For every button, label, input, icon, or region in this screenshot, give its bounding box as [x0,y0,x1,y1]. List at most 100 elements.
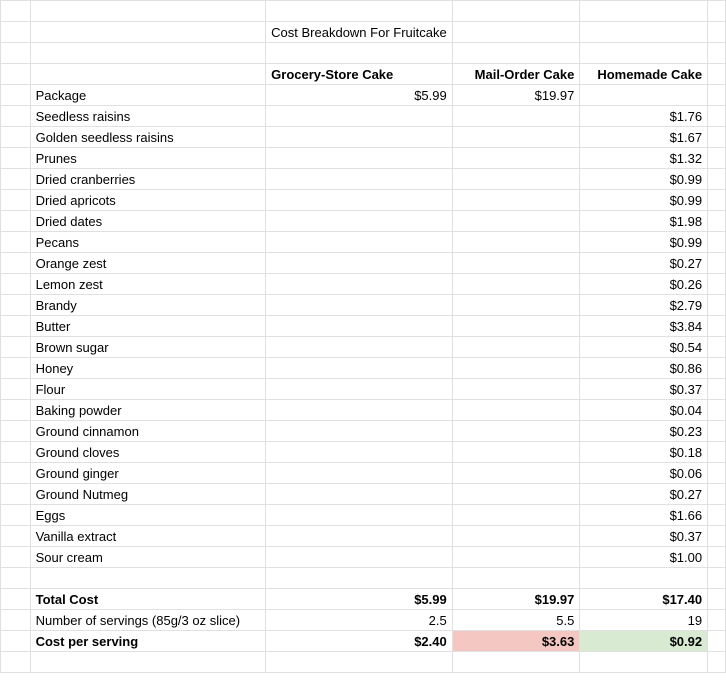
cell-homemade[interactable]: $0.54 [580,337,708,358]
servings-mailorder[interactable]: 5.5 [452,610,580,631]
cell-grocery[interactable] [266,232,453,253]
cell-mailorder[interactable] [452,127,580,148]
row-label[interactable]: Dried cranberries [30,169,266,190]
cell[interactable] [708,337,726,358]
cell[interactable] [708,547,726,568]
cell-mailorder[interactable] [452,253,580,274]
title-cell[interactable]: Cost Breakdown For Fruitcake [266,22,453,43]
cell-grocery[interactable] [266,484,453,505]
cell[interactable] [708,1,726,22]
cell-grocery[interactable] [266,253,453,274]
cell[interactable] [708,232,726,253]
cell-homemade[interactable]: $0.37 [580,526,708,547]
cell-mailorder[interactable] [452,421,580,442]
cell[interactable] [708,85,726,106]
cell-homemade[interactable]: $0.99 [580,190,708,211]
cell-homemade[interactable]: $1.32 [580,148,708,169]
cell[interactable] [1,610,31,631]
cell-homemade[interactable]: $1.98 [580,211,708,232]
servings-label[interactable]: Number of servings (85g/3 oz slice) [30,610,266,631]
cell-grocery[interactable] [266,463,453,484]
cell[interactable] [1,505,31,526]
cell-grocery[interactable] [266,547,453,568]
cell-grocery[interactable] [266,421,453,442]
cell-mailorder[interactable] [452,316,580,337]
cell[interactable] [708,274,726,295]
cell[interactable] [1,379,31,400]
cell-mailorder[interactable] [452,526,580,547]
cell[interactable] [30,652,266,673]
cell-mailorder[interactable] [452,463,580,484]
cell-mailorder[interactable] [452,106,580,127]
cell[interactable] [1,463,31,484]
cell-homemade[interactable]: $0.99 [580,232,708,253]
cps-mailorder[interactable]: $3.63 [452,631,580,652]
cell[interactable] [1,631,31,652]
cell[interactable] [266,1,453,22]
cell[interactable] [1,337,31,358]
cell[interactable] [708,22,726,43]
cell[interactable] [708,253,726,274]
cell-homemade[interactable] [580,85,708,106]
row-label[interactable]: Ground ginger [30,463,266,484]
cell-grocery[interactable] [266,505,453,526]
cps-label[interactable]: Cost per serving [30,631,266,652]
cell-mailorder[interactable] [452,274,580,295]
row-label[interactable]: Baking powder [30,400,266,421]
cell-mailorder[interactable] [452,379,580,400]
cell-homemade[interactable]: $0.37 [580,379,708,400]
cell-homemade[interactable]: $3.84 [580,316,708,337]
total-homemade[interactable]: $17.40 [580,589,708,610]
cell-mailorder[interactable] [452,232,580,253]
cell-homemade[interactable]: $0.18 [580,442,708,463]
cell-mailorder[interactable] [452,400,580,421]
cell[interactable] [452,1,580,22]
cell[interactable] [708,421,726,442]
cell[interactable] [1,232,31,253]
row-label[interactable]: Butter [30,316,266,337]
cell[interactable] [1,85,31,106]
cell-mailorder[interactable] [452,295,580,316]
cell[interactable] [580,1,708,22]
row-label[interactable]: Eggs [30,505,266,526]
total-label[interactable]: Total Cost [30,589,266,610]
cell-grocery[interactable] [266,148,453,169]
cell-grocery[interactable] [266,379,453,400]
cell[interactable] [452,652,580,673]
header-mailorder[interactable]: Mail-Order Cake [452,64,580,85]
servings-grocery[interactable]: 2.5 [266,610,453,631]
cell[interactable] [1,43,31,64]
cell-grocery[interactable] [266,106,453,127]
cell-grocery[interactable] [266,442,453,463]
cell-grocery[interactable] [266,211,453,232]
cell[interactable] [708,358,726,379]
cell-homemade[interactable]: $0.99 [580,169,708,190]
cell[interactable] [30,22,266,43]
row-label[interactable]: Brown sugar [30,337,266,358]
row-label[interactable]: Dried dates [30,211,266,232]
cell-mailorder[interactable] [452,547,580,568]
cell[interactable] [708,610,726,631]
cell-homemade[interactable]: $0.06 [580,463,708,484]
row-label[interactable]: Ground cloves [30,442,266,463]
cell[interactable] [1,421,31,442]
header-grocery[interactable]: Grocery-Store Cake [266,64,453,85]
cell-mailorder[interactable] [452,484,580,505]
cell-grocery[interactable] [266,190,453,211]
row-label[interactable]: Brandy [30,295,266,316]
cell[interactable] [708,127,726,148]
cell[interactable] [580,22,708,43]
row-label[interactable]: Golden seedless raisins [30,127,266,148]
cell[interactable] [1,211,31,232]
row-label[interactable]: Dried apricots [30,190,266,211]
cell[interactable] [1,274,31,295]
cell-homemade[interactable]: $0.27 [580,484,708,505]
cell[interactable] [580,652,708,673]
cps-homemade[interactable]: $0.92 [580,631,708,652]
cell[interactable] [1,568,31,589]
cell-grocery[interactable] [266,169,453,190]
total-mailorder[interactable]: $19.97 [452,589,580,610]
cell[interactable] [708,211,726,232]
cell[interactable] [1,316,31,337]
cell[interactable] [266,568,453,589]
